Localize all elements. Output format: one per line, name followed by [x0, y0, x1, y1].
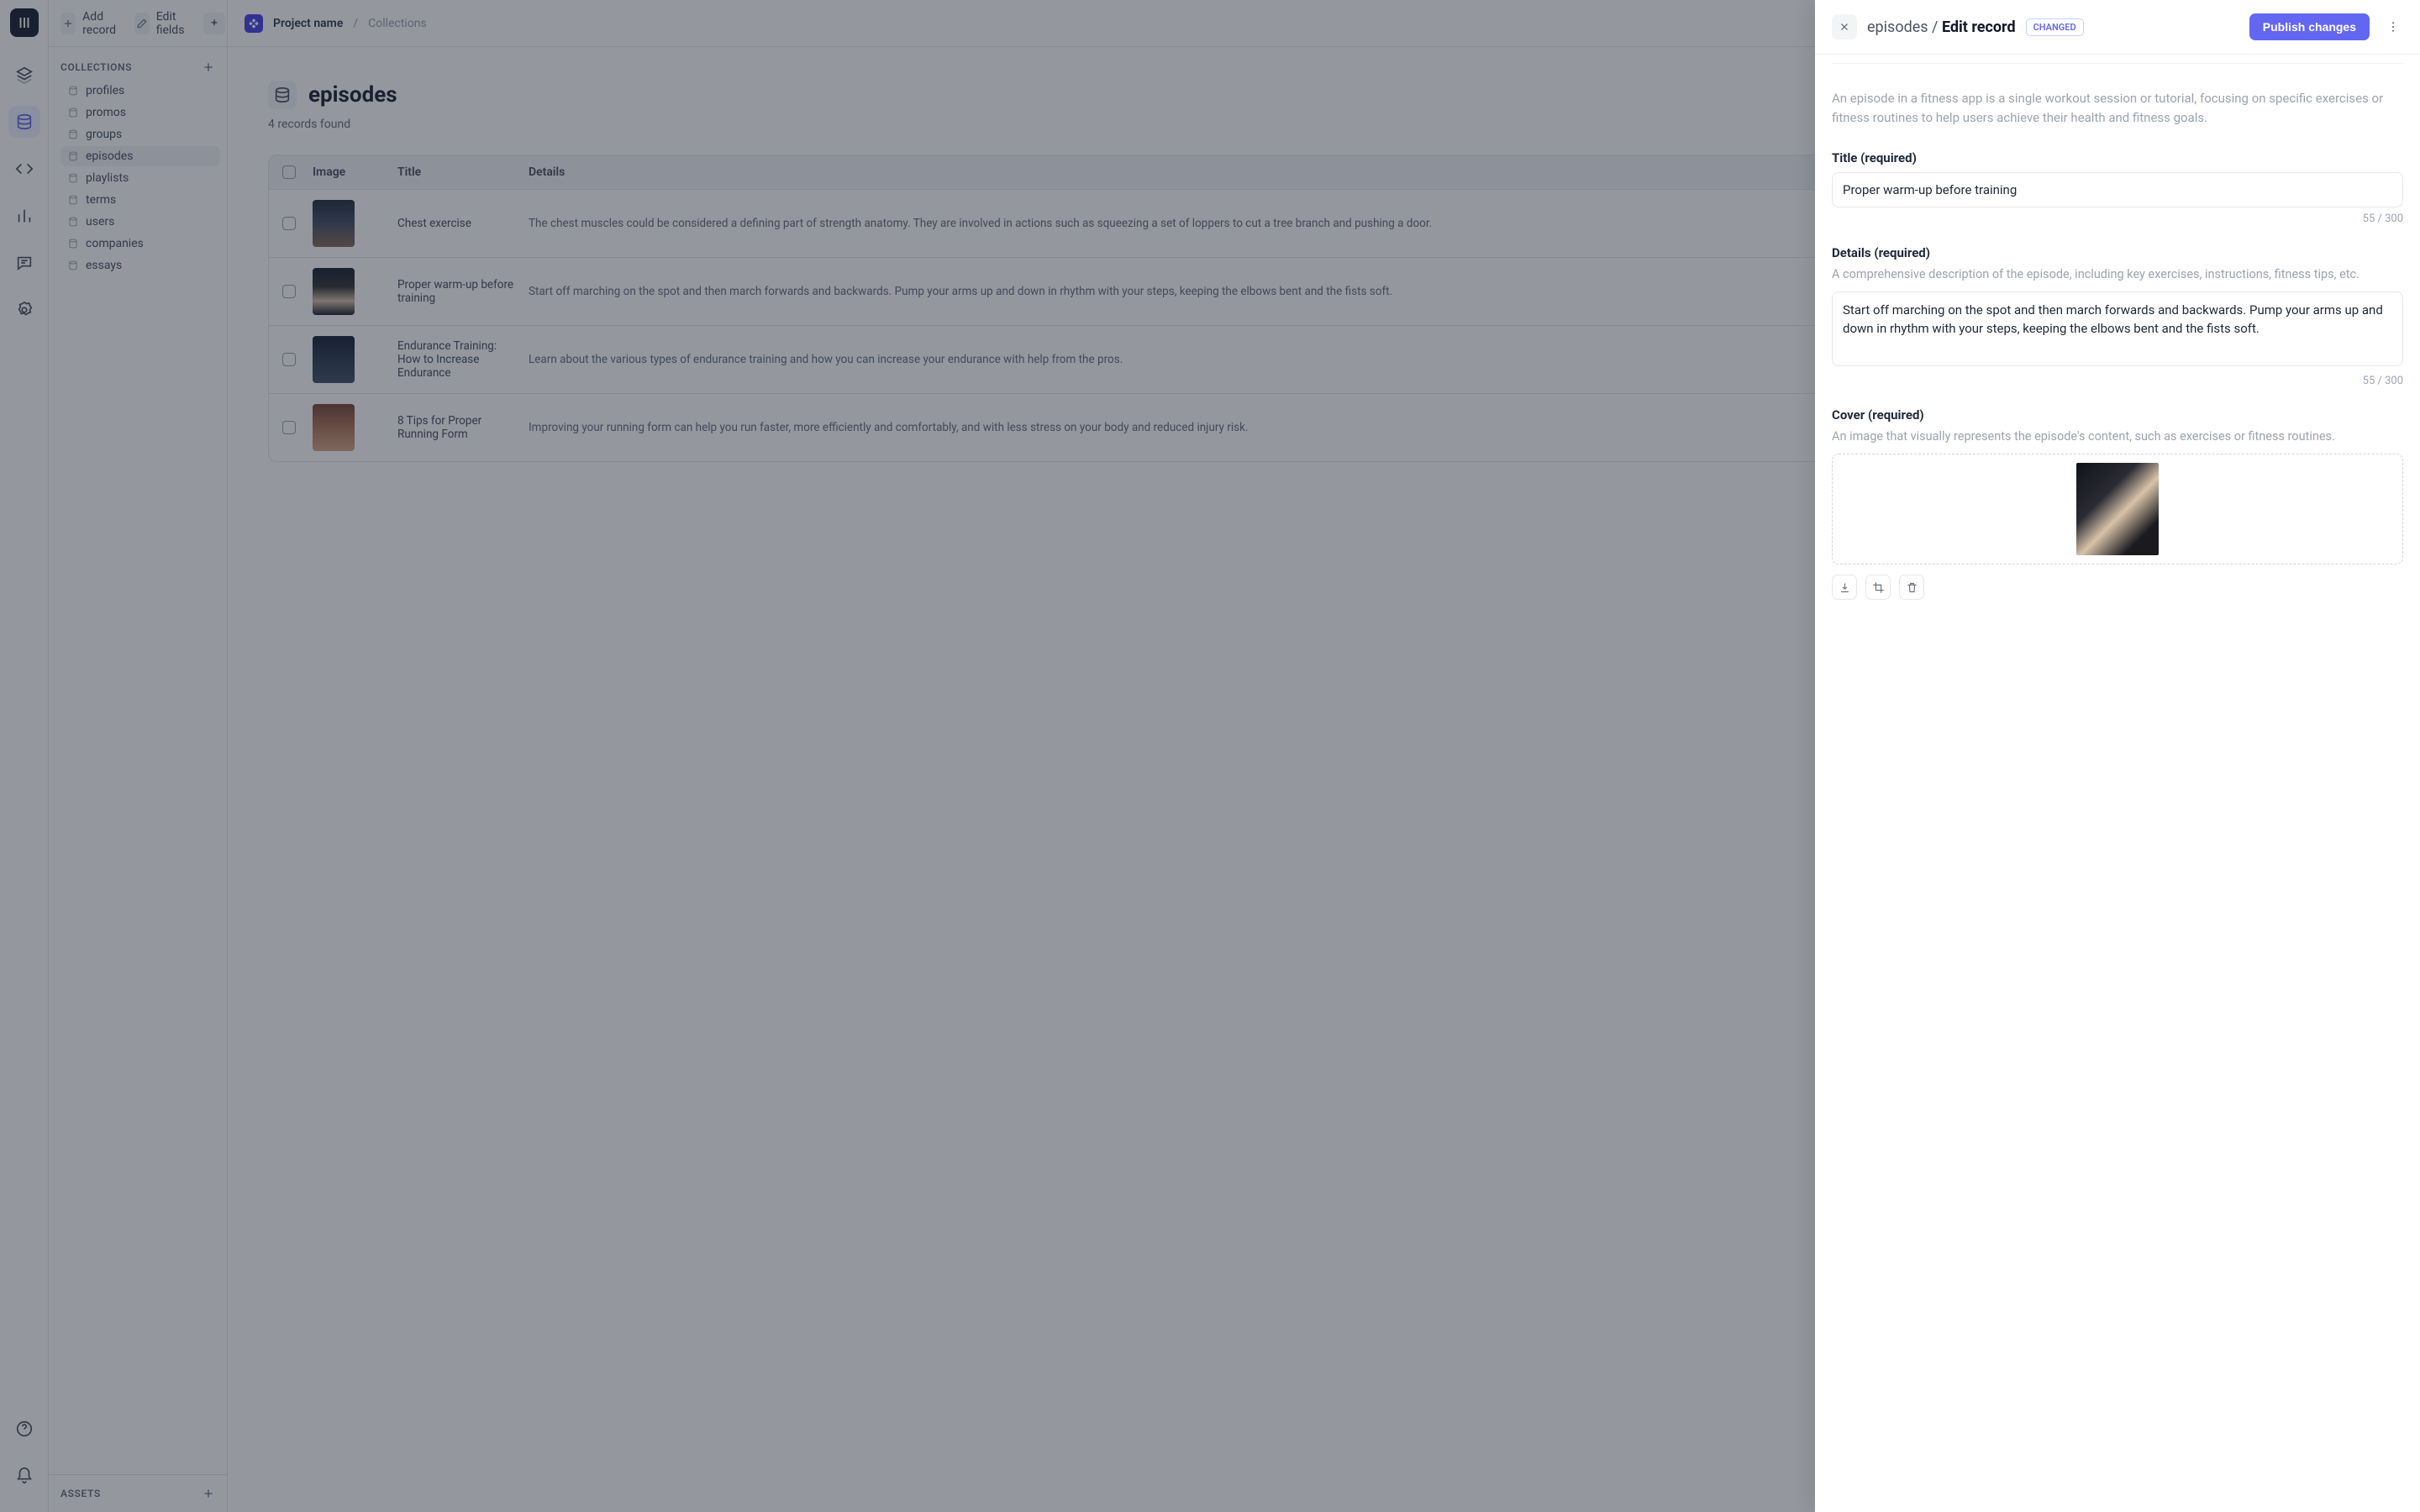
status-badge: CHANGED — [2026, 18, 2084, 36]
crop-button[interactable] — [1865, 575, 1891, 600]
cover-field-label: Cover (required) — [1832, 407, 2403, 423]
title-input[interactable] — [1832, 172, 2403, 207]
more-menu-button[interactable] — [2383, 17, 2403, 37]
details-char-count: 55 / 300 — [1832, 375, 2403, 387]
drawer-body: An episode in a fitness app is a single … — [1815, 55, 2420, 1512]
edit-record-drawer: episodes / Edit record CHANGED Publish c… — [1815, 0, 2420, 1512]
drawer-breadcrumb-action: Edit record — [1942, 18, 2016, 36]
cover-dropzone[interactable] — [1832, 454, 2403, 564]
title-char-count: 55 / 300 — [1832, 213, 2403, 225]
details-field-label: Details (required) — [1832, 245, 2403, 260]
download-button[interactable] — [1832, 575, 1857, 600]
drawer-header: episodes / Edit record CHANGED Publish c… — [1815, 0, 2420, 55]
cover-actions — [1832, 575, 2403, 600]
title-field-label: Title (required) — [1832, 150, 2403, 165]
drawer-breadcrumb-collection: episodes — [1867, 18, 1928, 36]
cover-field-help: An image that visually represents the ep… — [1832, 429, 2403, 444]
details-field-help: A comprehensive description of the episo… — [1832, 267, 2403, 281]
publish-button[interactable]: Publish changes — [2249, 13, 2370, 40]
collection-description: An episode in a fitness app is a single … — [1832, 89, 2403, 127]
drawer-title: episodes / Edit record — [1867, 18, 2016, 36]
cover-thumbnail — [2076, 463, 2159, 555]
close-button[interactable] — [1832, 14, 1857, 39]
delete-button[interactable] — [1899, 575, 1924, 600]
details-textarea[interactable] — [1832, 291, 2403, 366]
